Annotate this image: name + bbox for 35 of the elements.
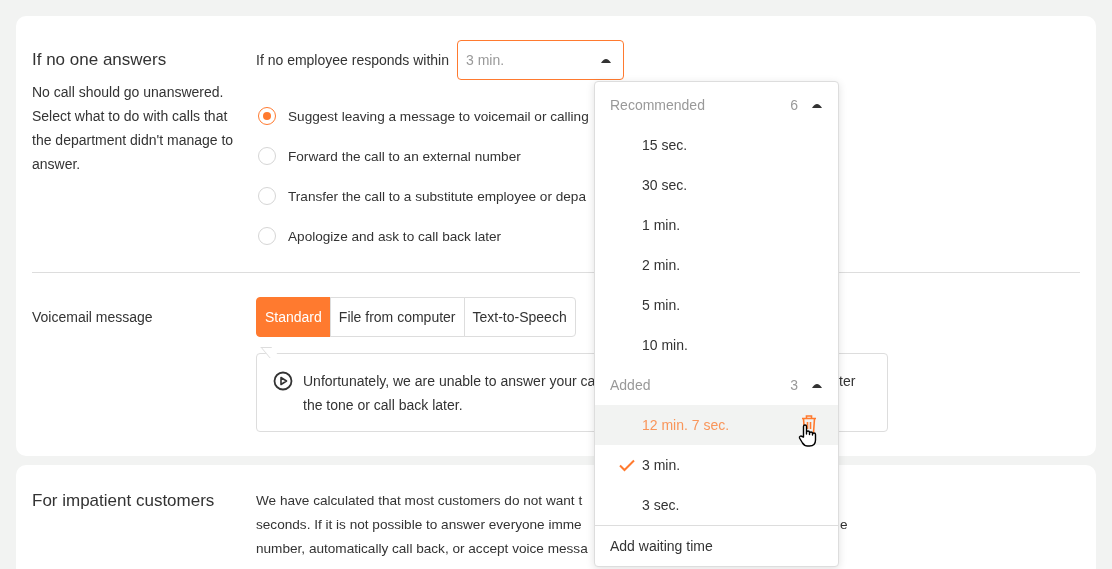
caret-icon xyxy=(812,382,822,388)
radio-option[interactable]: Forward the call to an external number xyxy=(256,136,521,176)
menu-item[interactable]: 30 sec. xyxy=(595,165,838,205)
caret-icon xyxy=(601,57,611,63)
menu-item[interactable]: 3 sec. xyxy=(595,485,838,525)
caret-icon xyxy=(812,102,822,108)
hand-cursor-icon xyxy=(798,424,818,447)
section-title: If no one answers xyxy=(32,49,168,71)
group-count: 3 xyxy=(790,377,798,393)
section-description: No call should go unanswered. Select what to do with calls that the department didn't manage to answer. xyxy=(32,83,235,174)
group-count: 6 xyxy=(790,97,798,113)
field-label: If no employee responds within xyxy=(256,52,449,68)
menu-item[interactable]: 1 min. xyxy=(595,205,838,245)
play-icon[interactable] xyxy=(273,371,293,391)
source-tab[interactable]: File from computer xyxy=(329,297,465,337)
group-title: Added xyxy=(610,377,652,393)
check-icon xyxy=(619,458,635,472)
field-label: Voicemail message xyxy=(32,308,154,327)
section-description: e xyxy=(840,516,848,534)
source-tab[interactable]: Text-to-Speech xyxy=(463,297,576,337)
menu-item[interactable]: 15 sec. xyxy=(595,125,838,165)
menu-item[interactable]: 5 min. xyxy=(595,285,838,325)
menu-item[interactable]: 2 min. xyxy=(595,245,838,285)
trash-icon[interactable] xyxy=(801,415,817,434)
menu-item[interactable]: 10 min. xyxy=(595,325,838,365)
group-title: Recommended xyxy=(610,97,706,113)
radio-option[interactable]: Suggest leaving a message to voicemail or calling xyxy=(256,96,589,136)
add-time-link[interactable]: Add waiting time xyxy=(595,525,838,566)
radio-option[interactable]: Transfer the call to a substitute employee or depa xyxy=(256,176,586,216)
radio-option[interactable]: Apologize and ask to call back later xyxy=(256,216,502,256)
section-title: For impatient customers xyxy=(32,490,216,512)
menu-item[interactable]: 3 min. xyxy=(595,445,838,485)
message-text: ter xyxy=(839,372,856,391)
message-text: Unfortunately, we are unable to answer your ca the tone or call back later. xyxy=(303,372,596,415)
section-description: We have calculated that most customers do not want t seconds. If it is not possible to answer everyone imme number, automatically call back, or accept voice messa xyxy=(256,492,588,558)
